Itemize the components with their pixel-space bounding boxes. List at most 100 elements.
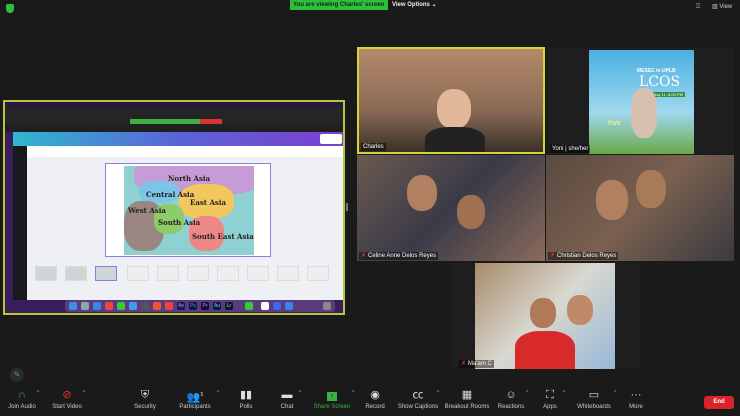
dock-au: Au (213, 302, 221, 310)
participant-name: ✗ Ma'am C (459, 360, 494, 368)
security-button[interactable]: ⛨ Security (128, 386, 162, 416)
breakout-rooms-button[interactable]: ▦ Breakout Rooms (444, 386, 490, 416)
label: Security (134, 404, 156, 410)
poster-date: May 11, 8:00 PM (651, 92, 685, 97)
canva-toolbar (27, 146, 343, 157)
apps-icon: ⛶ (546, 389, 554, 401)
canva-share-button (320, 134, 342, 144)
shield-icon: ⛨ (140, 389, 150, 401)
video-tile-maam-c[interactable]: ✗ Ma'am C (453, 263, 641, 369)
more-icon: ··· (630, 389, 642, 401)
end-button[interactable]: End (704, 396, 734, 409)
canva-sidebar (13, 146, 27, 300)
share-caret[interactable]: ^ (352, 390, 354, 396)
whiteboard-icon: ▭ (588, 389, 600, 401)
split-resize-handle[interactable] (346, 203, 348, 211)
mac-dock: Ae Ps Pr Au Lr (65, 300, 335, 312)
label-central-asia: Central Asia (146, 190, 195, 199)
reactions-icon: ☺ (505, 389, 517, 401)
label: Share Screen (313, 404, 351, 410)
video-tile-charles[interactable]: Charles (357, 47, 545, 154)
view-options-label: View Options (392, 2, 430, 8)
label: Start Video (52, 404, 82, 410)
presenter-stop-share (200, 119, 222, 124)
label: More (629, 404, 643, 410)
label: Record (365, 404, 385, 410)
view-button[interactable]: ▥ View (712, 3, 732, 10)
participant-name: Charles (361, 143, 386, 151)
participant-name-label: Celine Anne Delos Reyes (368, 253, 437, 259)
dock-ae: Ae (177, 302, 185, 310)
label: Participants (179, 404, 211, 410)
label: Apps (543, 404, 557, 410)
record-icon: ◉ (370, 389, 380, 401)
join-audio-button[interactable]: ∩ Join Audio (4, 386, 40, 416)
headphones-icon: ∩ (18, 389, 26, 401)
reactions-caret[interactable]: ^ (526, 390, 528, 396)
mic-muted-icon: ✗ (550, 253, 556, 259)
asia-map: North Asia Central Asia East Asia West A… (124, 166, 254, 255)
apps-caret[interactable]: ^ (563, 390, 565, 396)
label-west-asia: West Asia (128, 206, 166, 215)
whiteboards-button[interactable]: ▭ Whiteboards (574, 386, 614, 416)
share-screen-icon: ↑ (312, 386, 352, 402)
participants-button[interactable]: 👥5 Participants (176, 386, 214, 416)
participants-caret[interactable]: ^ (217, 390, 219, 396)
polls-button[interactable]: ▮▮ Polls (233, 386, 259, 416)
slide: North Asia Central Asia East Asia West A… (105, 163, 271, 257)
view-options-button[interactable]: View Options ⌄ (392, 0, 437, 10)
record-button[interactable]: ◉ Record (362, 386, 388, 416)
label: Join Audio (8, 404, 36, 410)
slide-thumbnails (27, 264, 343, 286)
video-tile-yoni[interactable]: MESEC in UPLB LCOS May 11, 8:00 PM Yoni … (548, 47, 734, 154)
participant-name-label: Ma'am C (468, 361, 492, 367)
view-label: View (719, 4, 733, 10)
label-north-asia: North Asia (168, 174, 211, 183)
label-south-east-asia: South East Asia (192, 232, 254, 241)
more-button[interactable]: ··· More (624, 386, 648, 416)
dock-pr: Pr (201, 302, 209, 310)
annotate-pencil-icon[interactable]: ✎ (10, 368, 24, 382)
canva-header (13, 132, 343, 146)
chat-caret[interactable]: ^ (299, 390, 301, 396)
participant-name: ✗ Celine Anne Delos Reyes (359, 252, 439, 260)
captions-caret[interactable]: ^ (437, 390, 439, 396)
mic-muted-icon: ✗ (461, 361, 467, 367)
breakout-rooms-icon: ▦ (461, 389, 473, 401)
mic-muted-icon: ✗ (361, 253, 367, 259)
participant-name: Yoni | she/her (550, 145, 591, 153)
label: Polls (239, 404, 253, 410)
browser-tabs (5, 125, 343, 132)
video-off-icon: ⊘ (62, 389, 72, 401)
participant-name: ✗ Christian Delos Reyes (548, 252, 619, 260)
label: Show Captions (397, 404, 439, 410)
video-tile-celine[interactable]: ✗ Celine Anne Delos Reyes (357, 155, 545, 261)
label-east-asia: East Asia (190, 198, 227, 207)
poster-name: Yoni (607, 120, 621, 127)
audio-options-caret[interactable]: ^ (37, 390, 39, 396)
immersive-icon[interactable]: ⍐ (696, 3, 700, 11)
show-captions-button[interactable]: ㏄ Show Captions (396, 386, 440, 416)
share-screen-button[interactable]: ↑ Share Screen (312, 386, 352, 416)
video-options-caret[interactable]: ^ (83, 390, 85, 396)
viewing-screen-banner: You are viewing Charles' screen (290, 0, 388, 10)
start-video-button[interactable]: ⊘ Start Video (48, 386, 86, 416)
whiteboards-caret[interactable]: ^ (614, 390, 616, 396)
video-tile-christian[interactable]: ✗ Christian Delos Reyes (546, 155, 734, 261)
polls-icon: ▮▮ (239, 389, 253, 401)
yoni-poster: MESEC in UPLB LCOS May 11, 8:00 PM Yoni (589, 50, 694, 154)
security-shield-icon[interactable] (6, 4, 14, 13)
participant-name-label: Christian Delos Reyes (557, 253, 617, 259)
label: Reactions (497, 404, 525, 410)
label-south-asia: South Asia (158, 218, 201, 227)
participant-count: 5 (200, 392, 204, 398)
dock-lr: Lr (225, 302, 233, 310)
presenter-sharing-indicator (130, 119, 200, 124)
apps-button[interactable]: ⛶ Apps (538, 386, 562, 416)
shared-screen[interactable]: North Asia Central Asia East Asia West A… (3, 100, 345, 315)
reactions-button[interactable]: ☺ Reactions (496, 386, 526, 416)
chat-button[interactable]: ▬ Chat (274, 386, 300, 416)
dock-ps: Ps (189, 302, 197, 310)
label: Chat (280, 404, 294, 410)
canva-editor: North Asia Central Asia East Asia West A… (27, 146, 343, 300)
